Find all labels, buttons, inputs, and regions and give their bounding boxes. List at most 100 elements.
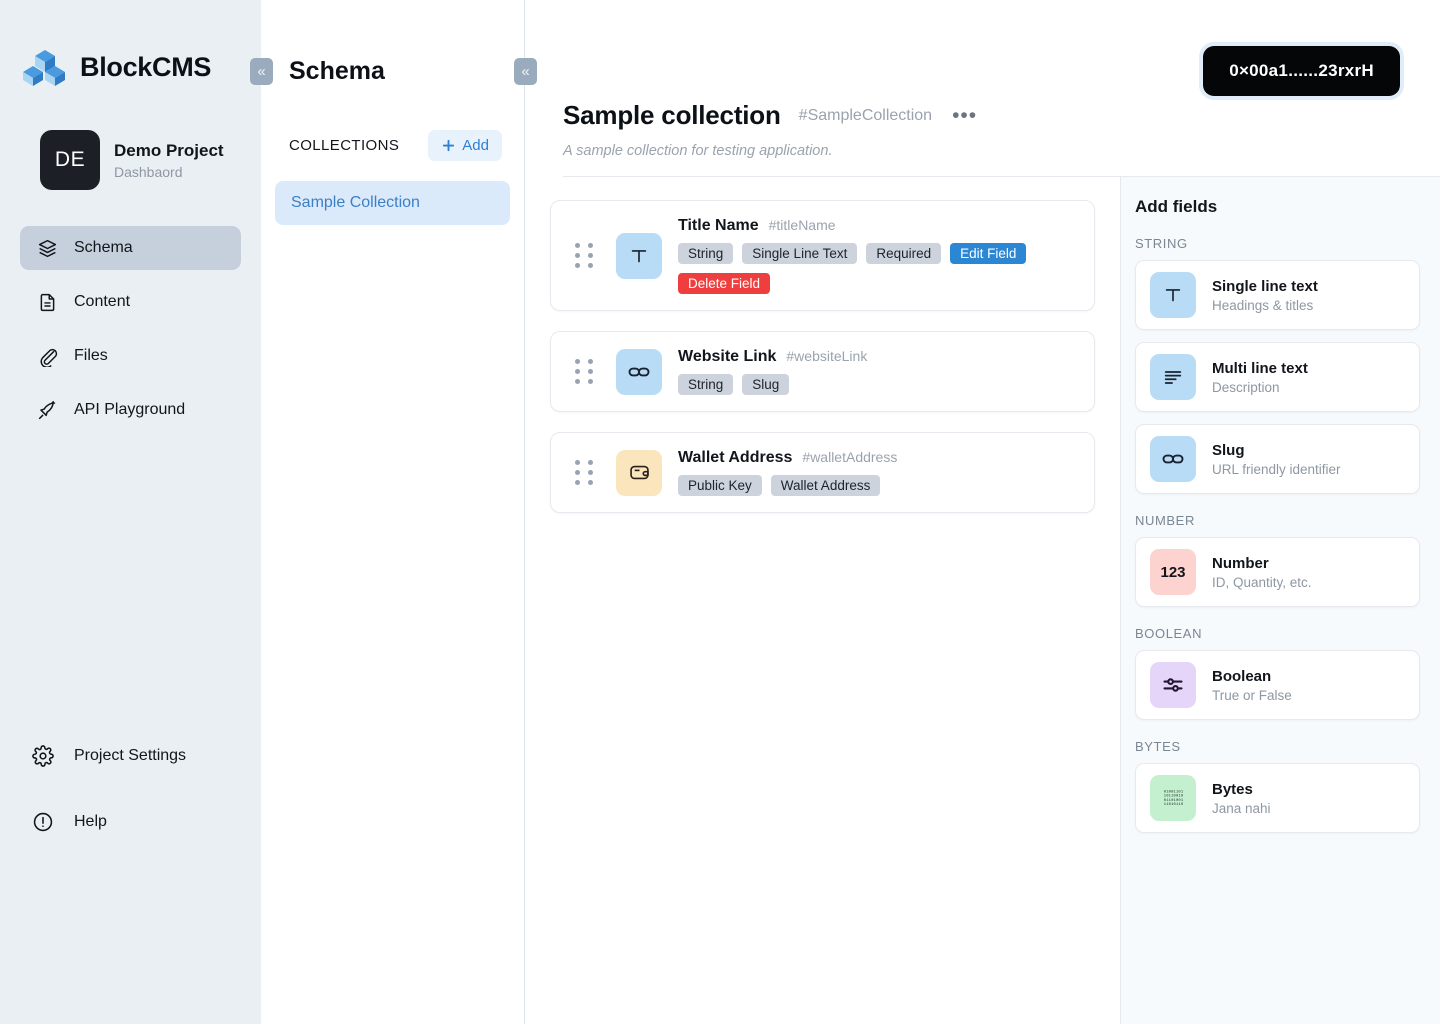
edit-field-button[interactable]: Edit Field bbox=[950, 243, 1027, 264]
sidebar-item-label: Help bbox=[74, 813, 107, 830]
layers-icon bbox=[36, 237, 58, 259]
link-icon bbox=[1150, 436, 1196, 482]
add-field-multi-line-text[interactable]: Multi line text Description bbox=[1135, 342, 1420, 412]
sidebar-item-project-settings[interactable]: Project Settings bbox=[26, 734, 241, 778]
status-badge: Public Key bbox=[678, 475, 762, 496]
sidebar-nav: Schema Content Files API Playground bbox=[0, 226, 261, 432]
project-name: Demo Project bbox=[114, 140, 224, 160]
add-field-text: Multi line text Description bbox=[1212, 360, 1308, 395]
field-name: Wallet Address bbox=[678, 449, 793, 466]
add-fields-group-label: NUMBER bbox=[1135, 513, 1195, 528]
main-content: 0×00a1......23rxrH Sample collection #Sa… bbox=[525, 0, 1440, 1024]
add-field-text: Bytes Jana nahi bbox=[1212, 781, 1271, 816]
brand: BlockCMS bbox=[0, 0, 261, 90]
number-123-icon: 123 bbox=[1150, 549, 1196, 595]
collection-slug: #SampleCollection bbox=[798, 106, 933, 124]
field-tags: Public Key Wallet Address bbox=[678, 475, 897, 496]
sliders-icon bbox=[1150, 662, 1196, 708]
add-field-text: Boolean True or False bbox=[1212, 668, 1292, 703]
field-name-row: Website Link #websiteLink bbox=[678, 348, 867, 366]
add-collection-label: Add bbox=[462, 137, 489, 154]
add-field-desc: Jana nahi bbox=[1212, 800, 1271, 816]
status-badge: Wallet Address bbox=[770, 475, 881, 496]
status-badge: Slug bbox=[742, 374, 790, 395]
project-card[interactable]: DE Demo Project Dashbaord bbox=[0, 130, 261, 190]
sidebar-item-content[interactable]: Content bbox=[20, 280, 241, 324]
collection-item-sample-collection[interactable]: Sample Collection bbox=[275, 181, 510, 225]
cubes-logo-icon bbox=[22, 44, 68, 90]
add-field-text: Number ID, Quantity, etc. bbox=[1212, 555, 1312, 590]
plus-icon bbox=[443, 139, 455, 152]
sidebar-item-schema[interactable]: Schema bbox=[20, 226, 241, 270]
add-field-single-line-text[interactable]: Single line text Headings & titles bbox=[1135, 260, 1420, 330]
delete-field-button[interactable]: Delete Field bbox=[678, 273, 771, 294]
text-lines-icon bbox=[1150, 354, 1196, 400]
add-field-name: Slug bbox=[1212, 441, 1245, 459]
add-field-bytes[interactable]: 01001101 10110010 01101001 11010110 Byte… bbox=[1135, 763, 1420, 833]
add-field-text: Slug URL friendly identifier bbox=[1212, 442, 1341, 477]
number-123-glyph: 123 bbox=[1160, 563, 1186, 581]
info-circle-icon bbox=[32, 811, 54, 833]
gear-icon bbox=[32, 745, 54, 767]
add-field-name: Multi line text bbox=[1212, 359, 1308, 377]
add-field-text: Single line text Headings & titles bbox=[1212, 278, 1318, 313]
table-row[interactable]: Title Name #titleName String Single Line… bbox=[550, 200, 1095, 311]
add-field-number[interactable]: 123 Number ID, Quantity, etc. bbox=[1135, 537, 1420, 607]
sidebar: BlockCMS DE Demo Project Dashbaord Schem… bbox=[0, 0, 261, 1024]
field-name: Title Name bbox=[678, 217, 759, 234]
add-fields-group-label: STRING bbox=[1135, 236, 1188, 251]
table-row[interactable]: Website Link #websiteLink String Slug bbox=[550, 331, 1095, 412]
drag-handle-icon[interactable] bbox=[569, 241, 600, 270]
rocket-icon bbox=[36, 399, 58, 421]
add-field-name: Boolean bbox=[1212, 667, 1272, 685]
drag-handle-icon[interactable] bbox=[569, 357, 600, 386]
svg-text:11010110: 11010110 bbox=[1164, 803, 1184, 807]
collapse-schema-panel-button[interactable]: « bbox=[514, 58, 537, 85]
add-field-desc: ID, Quantity, etc. bbox=[1212, 574, 1312, 590]
add-field-desc: True or False bbox=[1212, 687, 1292, 703]
table-row[interactable]: Wallet Address #walletAddress Public Key… bbox=[550, 432, 1095, 513]
project-meta: Demo Project Dashbaord bbox=[114, 141, 224, 180]
sidebar-item-label: Schema bbox=[74, 239, 133, 256]
sidebar-item-label: Files bbox=[74, 347, 108, 364]
link-icon bbox=[616, 348, 662, 395]
add-collection-button[interactable]: Add bbox=[428, 130, 502, 161]
sidebar-item-api-playground[interactable]: API Playground bbox=[20, 388, 241, 432]
project-subtitle: Dashbaord bbox=[114, 163, 183, 180]
add-fields-panel: Add fields STRING Single line text Headi… bbox=[1120, 177, 1440, 1024]
collapse-sidebar-button[interactable]: « bbox=[250, 58, 273, 85]
add-fields-title: Add fields bbox=[1135, 197, 1218, 216]
sidebar-item-label: Project Settings bbox=[74, 747, 187, 764]
field-slug: #walletAddress bbox=[802, 449, 898, 465]
field-slug: #websiteLink bbox=[786, 348, 868, 364]
wallet-icon bbox=[616, 449, 662, 496]
add-field-boolean[interactable]: Boolean True or False bbox=[1135, 650, 1420, 720]
field-tags: String Slug bbox=[678, 374, 867, 395]
drag-handle-icon[interactable] bbox=[569, 458, 600, 487]
add-field-name: Number bbox=[1212, 554, 1269, 572]
wallet-address-badge[interactable]: 0×00a1......23rxrH bbox=[1203, 46, 1400, 96]
field-info: Wallet Address #walletAddress Public Key… bbox=[678, 449, 897, 496]
status-badge: Required bbox=[866, 243, 942, 264]
status-badge: Single Line Text bbox=[742, 243, 858, 264]
add-field-desc: Description bbox=[1212, 379, 1280, 395]
binary-grid-icon: 01001101 10110010 01101001 11010110 bbox=[1150, 775, 1196, 821]
collection-list: Sample Collection bbox=[261, 161, 524, 225]
text-t-icon bbox=[1150, 272, 1196, 318]
add-fields-group-label: BYTES bbox=[1135, 739, 1181, 754]
collection-description: A sample collection for testing applicat… bbox=[563, 143, 833, 159]
fields-list: Title Name #titleName String Single Line… bbox=[525, 177, 1120, 1024]
collection-options-button[interactable]: ••• bbox=[950, 105, 979, 126]
field-slug: #titleName bbox=[768, 217, 836, 233]
add-field-slug[interactable]: Slug URL friendly identifier bbox=[1135, 424, 1420, 494]
field-tags: String Single Line Text Required Edit Fi… bbox=[678, 243, 1076, 294]
schema-panel-title: Schema bbox=[289, 57, 385, 85]
status-badge: String bbox=[678, 243, 734, 264]
chevron-double-left-icon: « bbox=[521, 63, 530, 80]
field-info: Website Link #websiteLink String Slug bbox=[678, 348, 867, 395]
sidebar-item-files[interactable]: Files bbox=[20, 334, 241, 378]
sidebar-item-help[interactable]: Help bbox=[26, 800, 241, 844]
app-root: BlockCMS DE Demo Project Dashbaord Schem… bbox=[0, 0, 1440, 1024]
brand-name: BlockCMS bbox=[80, 51, 212, 82]
collection-title-row: Sample collection #SampleCollection ••• bbox=[563, 100, 1440, 131]
